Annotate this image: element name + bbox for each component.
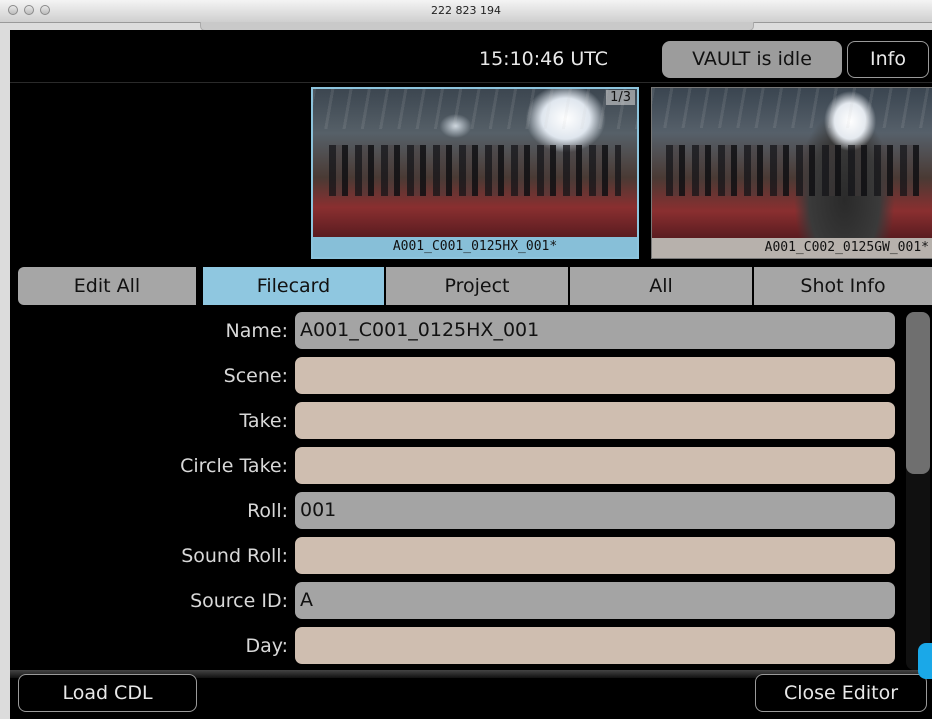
- app-area: 15:10:46 UTC VAULT is idle Info 1/3 A001…: [10, 30, 932, 719]
- close-editor-button[interactable]: Close Editor: [755, 674, 927, 712]
- field-label: Take:: [239, 410, 288, 432]
- clock-display: 15:10:46 UTC: [479, 48, 609, 70]
- editor-tabs: Edit All Filecard Project All Shot Info: [18, 267, 932, 305]
- form-scrollbar[interactable]: [906, 312, 930, 670]
- field-label: Roll:: [247, 500, 288, 522]
- tab-all[interactable]: All: [570, 267, 752, 305]
- clip-caption: A001_C001_0125HX_001*: [313, 237, 637, 257]
- clip-preview-image: [652, 88, 932, 238]
- roll-field[interactable]: 001: [295, 492, 895, 529]
- clip-thumbnail-2[interactable]: A001_C002_0125GW_001*: [651, 87, 932, 259]
- load-cdl-button[interactable]: Load CDL: [18, 674, 197, 712]
- sound-roll-field[interactable]: [295, 537, 895, 574]
- clip-counter: 1/3: [606, 90, 635, 105]
- field-label: Day:: [245, 635, 288, 657]
- filecard-form: Name: A001_C001_0125HX_001 Scene: Take: …: [10, 312, 900, 670]
- vault-status-button[interactable]: VAULT is idle: [662, 41, 842, 78]
- scrollbar-thumb[interactable]: [906, 312, 930, 474]
- field-label: Circle Take:: [180, 455, 288, 477]
- name-field[interactable]: A001_C001_0125HX_001: [295, 312, 895, 349]
- take-field[interactable]: [295, 402, 895, 439]
- tab-edit-all[interactable]: Edit All: [18, 267, 196, 305]
- field-label: Scene:: [223, 365, 288, 387]
- header-divider: [10, 82, 932, 83]
- tab-shot-info[interactable]: Shot Info: [754, 267, 932, 305]
- window-titlebar: 222 823 194: [0, 0, 932, 23]
- clip-preview-image: [313, 89, 637, 237]
- tab-filecard[interactable]: Filecard: [203, 267, 384, 305]
- clip-thumbnail-1[interactable]: 1/3 A001_C001_0125HX_001*: [311, 87, 639, 259]
- info-button[interactable]: Info: [847, 41, 929, 78]
- skype-icon[interactable]: [918, 643, 932, 679]
- clip-caption: A001_C002_0125GW_001*: [652, 238, 932, 258]
- scene-field[interactable]: [295, 357, 895, 394]
- window-title: 222 823 194: [431, 4, 501, 17]
- field-label: Sound Roll:: [181, 545, 288, 567]
- day-field[interactable]: [295, 627, 895, 664]
- circle-take-field[interactable]: [295, 447, 895, 484]
- tab-project[interactable]: Project: [386, 267, 568, 305]
- source-id-field[interactable]: A: [295, 582, 895, 619]
- field-label: Name:: [225, 320, 288, 342]
- field-label: Source ID:: [190, 590, 288, 612]
